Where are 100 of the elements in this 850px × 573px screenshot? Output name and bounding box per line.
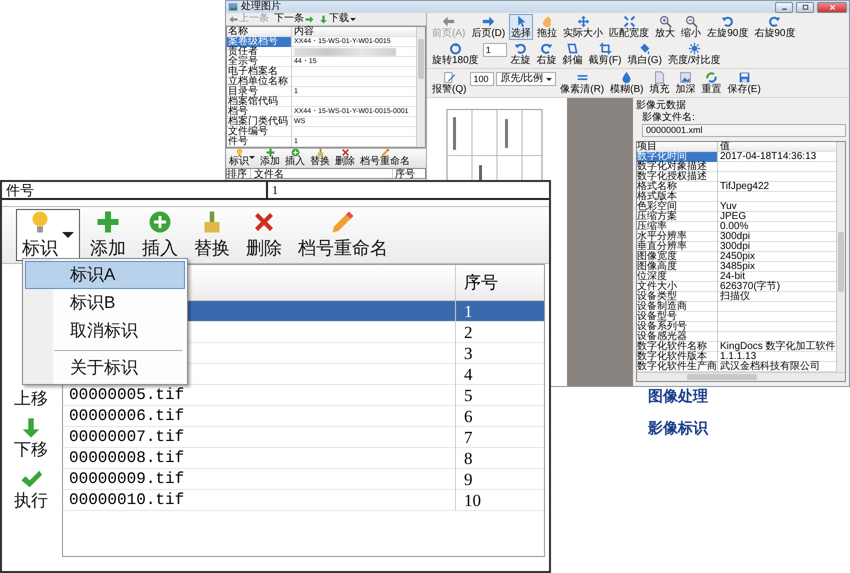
toolbar-button[interactable]: 斜偏 (560, 41, 585, 67)
side-button[interactable]: 下移 (14, 417, 48, 460)
toolbar-button[interactable]: 填白(G) (625, 41, 664, 67)
close-button[interactable] (817, 2, 847, 12)
table-cell-text: 1 (463, 301, 474, 322)
side-button[interactable]: 上移 (14, 388, 48, 409)
table-row[interactable]: 00000007.tif 7 (63, 427, 544, 448)
table-row[interactable]: 00000008.tif 8 (63, 448, 544, 469)
arrow-down-icon (319, 14, 328, 24)
column-header: 序号 (463, 272, 499, 294)
table-cell: 色彩空间 (637, 202, 718, 212)
zoom-in-icon (658, 15, 672, 28)
dropdown-button[interactable]: 标识 (16, 209, 80, 261)
number-field[interactable]: 1 (482, 43, 507, 57)
scrollbar[interactable] (416, 27, 425, 147)
side-button[interactable]: 执行 (14, 468, 48, 511)
column-header: 序号 (394, 169, 416, 178)
file-name-field[interactable]: 00000001.xml (642, 124, 846, 137)
toolbar-button[interactable]: 删除 (240, 209, 288, 261)
table-cell-text: 2017-04-18T14:36:13 (719, 152, 818, 162)
toolbar-button[interactable]: 实际大小 (561, 14, 606, 40)
table-cell: 全宗号 (227, 57, 292, 67)
toolbar-button[interactable]: 拖拉 (535, 14, 560, 40)
plus-circle-icon (148, 210, 172, 234)
toolbar-button[interactable]: 旋转180度 (430, 41, 481, 67)
download-button[interactable]: 下载 (319, 13, 356, 25)
toolbar-button[interactable]: 档号重命名 (292, 209, 394, 261)
table-row[interactable]: 00000009.tif 9 (63, 469, 544, 490)
table-row[interactable]: 00000005.tif 5 (63, 385, 544, 406)
save-icon (738, 71, 751, 84)
toolbar-button[interactable]: 缩小 (679, 14, 704, 40)
rotate-left-icon (514, 42, 528, 55)
toolbar-button[interactable]: 右旋 (534, 41, 559, 67)
table-cell: 图像宽度 (637, 252, 718, 262)
table-cell-text: 5 (463, 385, 474, 406)
window-title: 处理图片 (241, 1, 281, 12)
scrollbar[interactable] (637, 372, 845, 381)
table-cell-text: 7 (463, 427, 474, 448)
toolbar-button[interactable]: 截剪(F) (586, 41, 624, 67)
toolbar-button[interactable]: 填充 (647, 70, 672, 96)
table-cell: 立档单位名称 (227, 77, 292, 87)
toolbar-button[interactable]: 左旋90度 (705, 14, 750, 40)
table-cell: 格式名称 (637, 182, 718, 192)
toolbar-button[interactable]: 替换 (188, 209, 236, 261)
table-row[interactable]: 00000010.tif 10 (63, 490, 544, 511)
minimize-button[interactable] (775, 2, 793, 12)
table-cell: 设备型号 (637, 312, 718, 322)
next-button[interactable]: 下一条 (274, 13, 314, 25)
toolbar-button[interactable]: 放大 (653, 14, 678, 40)
toolbar-button[interactable]: 后页(D) (469, 14, 508, 40)
table-cell: 电子档案名 (227, 67, 292, 77)
toolbar-button[interactable]: 匹配宽度 (607, 14, 652, 40)
zoom-out-icon (684, 15, 698, 28)
table-cell-text: TifJpeg422 (719, 182, 770, 192)
table-cell: 文件编号 (227, 127, 292, 137)
column-header: 文件名 (251, 169, 393, 178)
zoom-select[interactable]: 原先/比例 (496, 72, 556, 86)
toolbar-button[interactable]: 插入 (285, 148, 305, 167)
scrollbar[interactable] (836, 142, 845, 372)
table-cell: 数字化软件生产商 (637, 362, 718, 372)
toolbar-button[interactable]: 保存(E) (725, 70, 763, 96)
toolbar-button[interactable]: 添加 (260, 148, 280, 167)
toolbar-button[interactable]: 档号重命名 (360, 148, 410, 167)
table-cell-text: KingDocs 数字化加工软件 (719, 342, 836, 352)
toolbar-button[interactable]: 报警(Q) (430, 70, 468, 96)
pencil-icon (331, 210, 355, 234)
toolbar-button[interactable]: 模糊(B) (608, 70, 646, 96)
toolbar-button[interactable]: 重置 (699, 70, 724, 96)
table-cell: 垂直分辨率 (637, 242, 718, 252)
toolbar-button[interactable]: 添加 (84, 209, 132, 261)
table-cell: 压缩率 (637, 222, 718, 232)
table-cell: 位深度 (637, 272, 718, 282)
table-cell: 图像高度 (637, 262, 718, 272)
toolbar-button[interactable]: 标识 (229, 148, 255, 167)
table-cell: 数字化软件版本 (637, 352, 718, 362)
maximize-button[interactable] (796, 2, 814, 12)
arrow-right-icon (305, 14, 314, 24)
toolbar-button[interactable]: 右旋90度 (752, 14, 798, 40)
toolbar-button[interactable]: 亮度/对比度 (666, 41, 723, 67)
table-cell-text: 10 (463, 490, 482, 511)
bucket-icon (638, 42, 652, 55)
caret-icon (546, 78, 552, 80)
table-row[interactable]: 00000006.tif 6 (63, 406, 544, 427)
toolbar-button[interactable]: 删除 (335, 148, 355, 167)
table-cell-text: 1 (271, 182, 278, 198)
table-cell: 压缩方案 (637, 212, 718, 222)
table-cell: 数字化软件名称 (637, 342, 718, 352)
menu-item[interactable]: 标识A (25, 261, 185, 289)
toolbar-button[interactable]: 替换 (310, 148, 330, 167)
table-cell-text: 4 (463, 364, 474, 385)
toolbar-button[interactable]: 选择 (509, 14, 534, 40)
toolbar-button[interactable]: 加深 (673, 70, 698, 96)
toolbar-button[interactable]: 像素清(R) (558, 70, 606, 96)
plus-icon (266, 148, 274, 157)
table-cell: 格式版本 (637, 192, 718, 202)
toolbar-button[interactable]: 左旋 (508, 41, 533, 67)
number-field[interactable]: 100 (470, 72, 494, 86)
hand-icon (540, 15, 554, 28)
table-cell: 案卷级档号 (227, 37, 292, 47)
table-cell-text: 武汉金档科技有限公司 (719, 362, 821, 372)
